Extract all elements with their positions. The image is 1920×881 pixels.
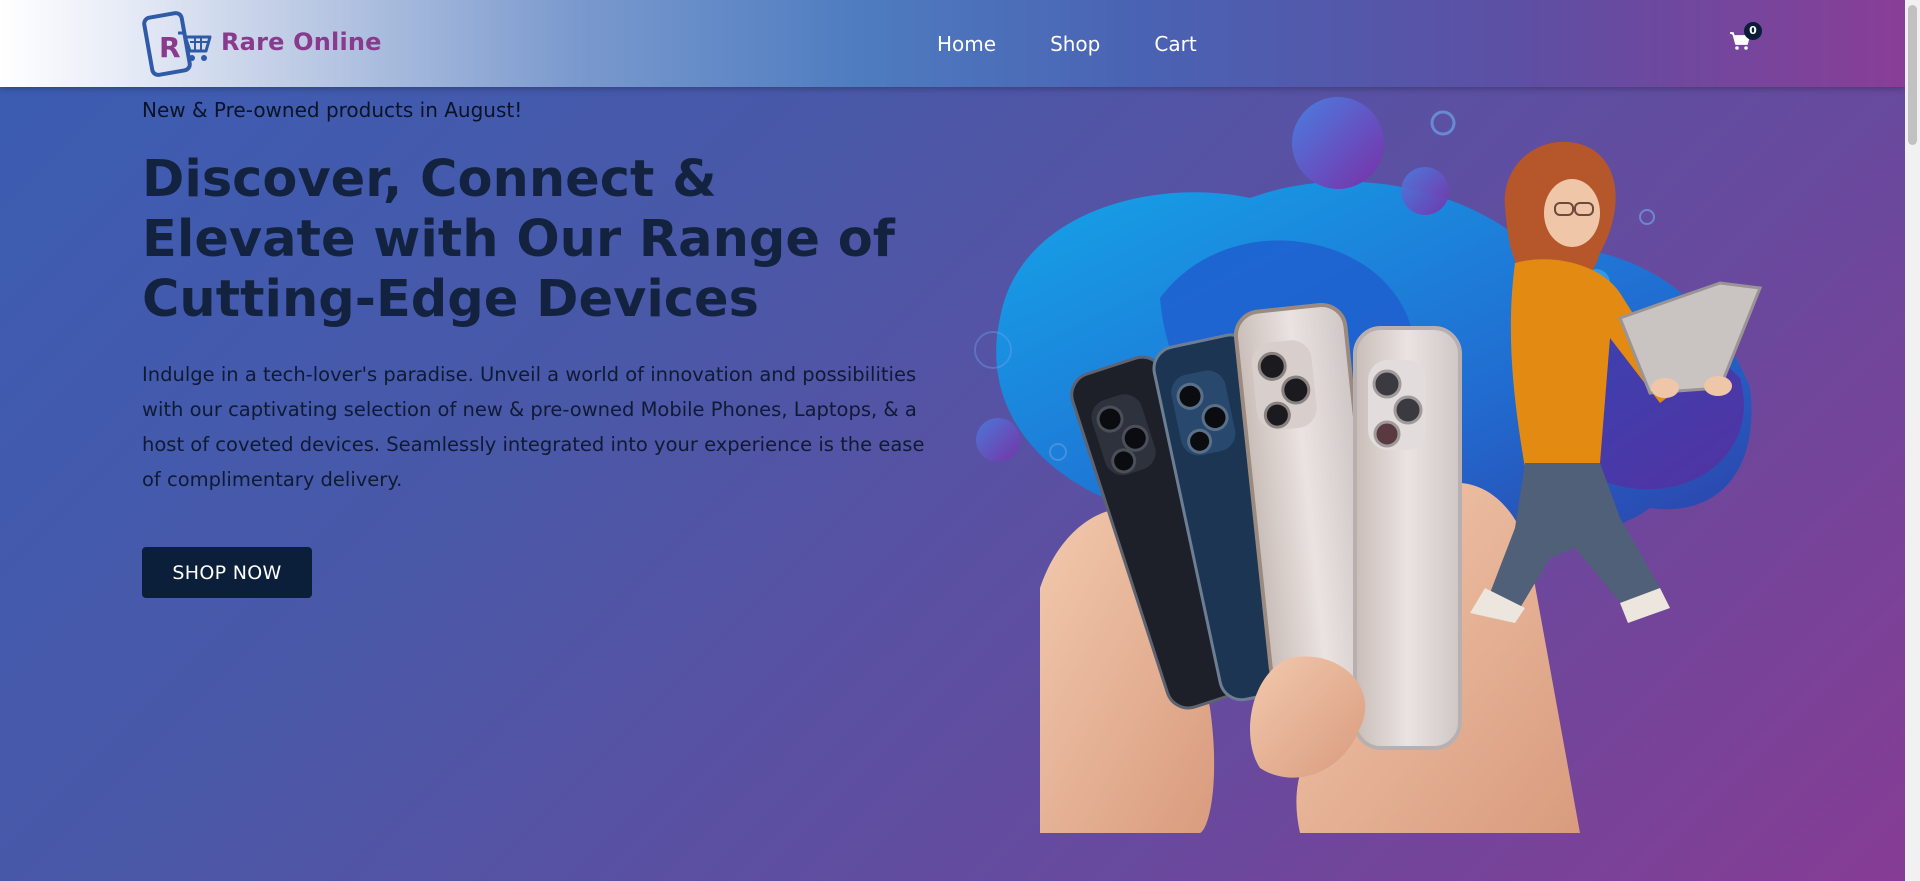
hero-description: Indulge in a tech-lover's paradise. Unve… [142, 363, 925, 491]
svg-text:R: R [159, 31, 181, 64]
main-nav: Home Shop Cart [937, 32, 1251, 56]
hero-headline: Discover, Connect & Elevate with Our Ran… [142, 150, 895, 329]
nav-cart-link[interactable]: Cart [1154, 32, 1196, 56]
hero-tagline: New & Pre-owned products in August! [142, 98, 523, 122]
phone-cart-logo-icon[interactable]: R [142, 11, 212, 77]
page-scrollbar[interactable] [1905, 0, 1920, 881]
hero-illustration [974, 97, 1763, 833]
scrollbar-thumb[interactable] [1908, 5, 1917, 145]
nav-shop-link[interactable]: Shop [1050, 32, 1100, 56]
brand-name[interactable]: Rare Online [221, 28, 382, 56]
nav-home-link[interactable]: Home [937, 32, 996, 56]
site-header: R Rare Online Home Shop Cart 0 [0, 0, 1905, 87]
shop-now-button[interactable]: SHOP NOW [142, 547, 312, 598]
cart-count-badge: 0 [1744, 22, 1762, 40]
